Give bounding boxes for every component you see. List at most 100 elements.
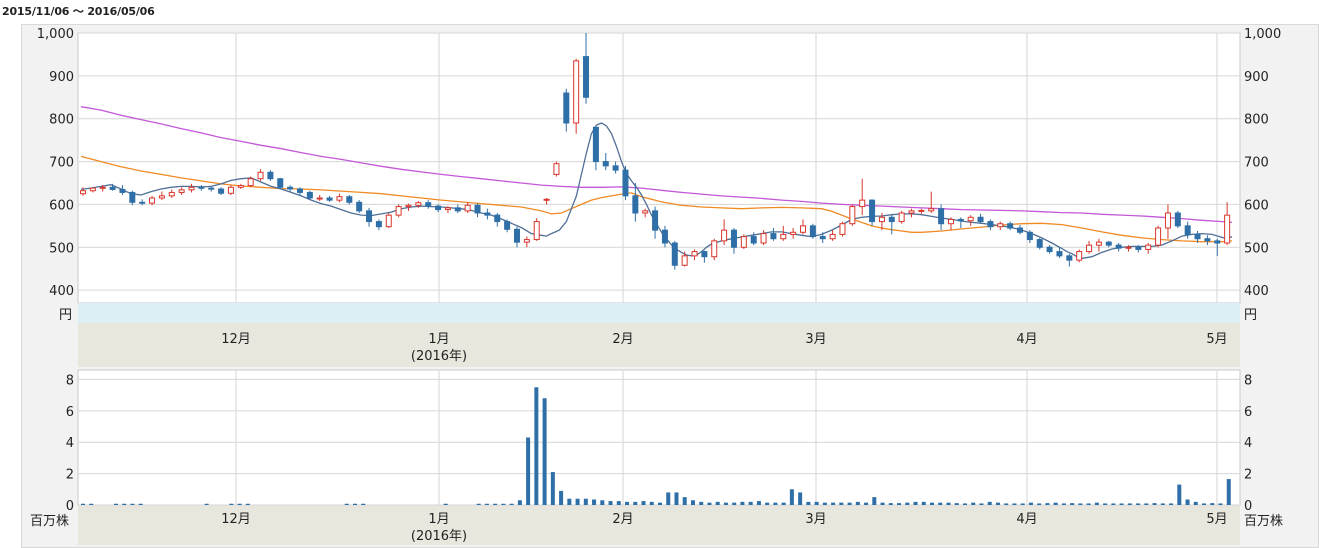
price-ytick-right: 400 [1244, 284, 1269, 299]
price-ytick-left: 700 [49, 156, 74, 171]
candle-body [691, 251, 698, 257]
price-ytick-left: 1,000 [37, 27, 74, 42]
candle-body [1046, 246, 1053, 253]
volume-bar [113, 503, 118, 505]
volume-bar [987, 501, 992, 505]
candle-body [1115, 244, 1122, 249]
candle-body [129, 191, 136, 203]
candle-body [277, 178, 284, 188]
candle-body [227, 186, 234, 194]
candle-body [139, 201, 146, 204]
candle-body [218, 188, 225, 194]
candle-body [504, 221, 511, 230]
volume-bar [550, 472, 555, 505]
volume-bar [674, 492, 679, 505]
candle-body [1155, 227, 1162, 246]
candle-body [573, 60, 580, 124]
volume-bar [476, 503, 481, 505]
volume-bar [847, 502, 852, 505]
candle-body [1036, 239, 1043, 248]
volume-bar [723, 502, 728, 505]
volume-bar [1094, 502, 1099, 505]
candle-body [928, 208, 935, 212]
candle-body [1017, 227, 1024, 233]
candle-body [1164, 212, 1171, 229]
volume-bar [962, 503, 967, 505]
volume-bar [658, 502, 662, 505]
candle-body [583, 56, 590, 98]
volume-ytick-left: 6 [66, 405, 74, 420]
volume-bar [765, 502, 770, 505]
price-ytick-left: 400 [49, 284, 74, 299]
candle-body [1194, 233, 1201, 240]
volume-bar [748, 501, 753, 505]
candle-body [632, 195, 639, 214]
volume-bar [946, 502, 951, 505]
candle-body [316, 197, 323, 200]
volume-bar [600, 500, 605, 505]
candle-body [1026, 231, 1033, 241]
candle-body [829, 233, 836, 240]
price-month-label: 4月 [1016, 332, 1037, 347]
volume-bar [649, 501, 654, 505]
candle-body [652, 210, 659, 231]
candle-body [750, 236, 757, 244]
volume-unit-label-right: 百万株 [1244, 514, 1283, 529]
volume-bar [781, 502, 786, 505]
volume-bar [237, 503, 242, 505]
candle-body [1204, 238, 1211, 242]
volume-month-label: 1月 [428, 512, 449, 527]
candle-body [444, 207, 451, 211]
candle-body [484, 212, 491, 216]
candle-body [730, 229, 737, 248]
candle-body [790, 231, 797, 235]
volume-bar [1078, 503, 1083, 505]
volume-bar [509, 503, 514, 505]
candle-body [474, 204, 481, 214]
candle-body [957, 218, 964, 222]
price-ytick-left: 800 [49, 113, 74, 128]
price-ytick-right: 600 [1244, 198, 1269, 213]
volume-bar [484, 503, 489, 505]
volume-bar [443, 503, 448, 505]
candle-body [1076, 251, 1083, 261]
volume-bar [138, 503, 143, 505]
candle-body [1007, 223, 1014, 229]
candle-body [188, 186, 195, 191]
stock-chart-widget: 2015/11/06 〜 2016/05/06 400 400 500 500 600 6… [0, 0, 1323, 548]
volume-bar [1037, 503, 1042, 505]
volume-bar [517, 500, 522, 505]
volume-bar [1053, 502, 1058, 505]
volume-ytick-right: 4 [1244, 436, 1252, 451]
candle-body [99, 186, 106, 189]
candle-body [780, 233, 787, 240]
candle-body [809, 225, 816, 238]
price-month-label: 2月 [612, 332, 633, 347]
volume-bar [625, 501, 630, 505]
volume-bar [633, 501, 638, 505]
volume-bar [699, 501, 704, 505]
volume-bar [690, 500, 695, 505]
price-month-label: 5月 [1206, 332, 1227, 347]
volume-bar [204, 503, 209, 505]
candle-body [257, 171, 264, 180]
volume-bar [806, 501, 811, 505]
volume-bar [930, 502, 935, 505]
volume-bar [229, 503, 234, 505]
candle-body [385, 214, 392, 228]
volume-year-label: (2016年) [411, 529, 467, 544]
candle-body [1184, 225, 1191, 235]
candle-body [740, 236, 747, 248]
volume-month-label: 4月 [1016, 512, 1037, 527]
volume-bar [839, 502, 844, 505]
candle-body [1056, 251, 1063, 257]
volume-bar [855, 501, 860, 505]
volume-bar [1169, 503, 1174, 505]
candle-body [1224, 214, 1231, 244]
volume-bar [798, 492, 803, 505]
volume-bar [592, 499, 597, 505]
volume-bar [89, 503, 94, 505]
chart-canvas: 400 400500 500600 600700 700800 800900 9001,00… [30, 27, 1283, 545]
volume-bar [938, 502, 943, 505]
candle-body [1214, 240, 1221, 244]
